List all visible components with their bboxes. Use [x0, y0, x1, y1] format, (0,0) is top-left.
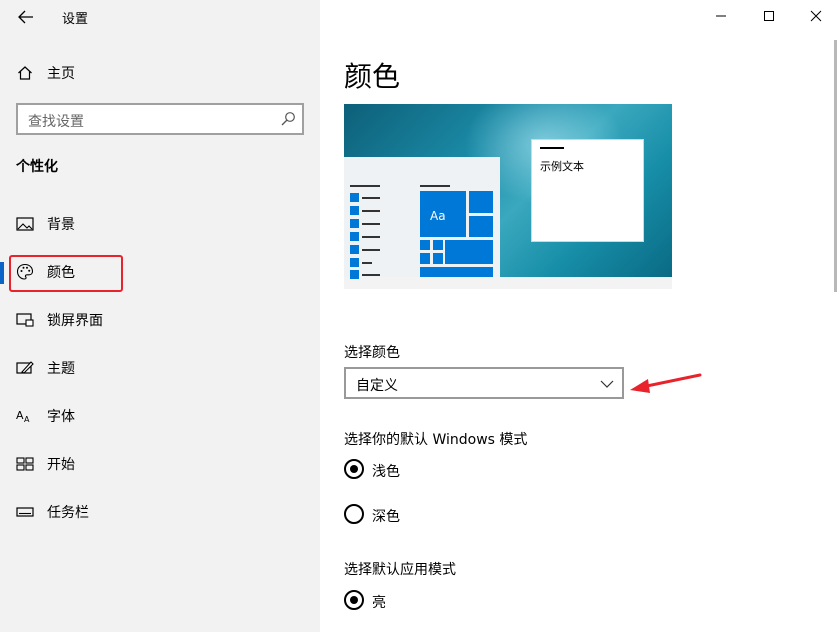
- sidebar-item-start[interactable]: 开始: [0, 444, 320, 484]
- preview-list-icon: [350, 219, 359, 228]
- search-placeholder: 查找设置: [28, 114, 84, 130]
- preview-tile: [420, 240, 430, 250]
- radio-label-light: 浅色: [372, 464, 400, 480]
- preview-list-icon: [350, 245, 359, 254]
- preview-list-icon: [350, 232, 359, 241]
- sidebar-item-lock-screen[interactable]: 锁屏界面: [0, 300, 320, 340]
- radio-label-app-light: 亮: [372, 595, 386, 611]
- radio-app-light[interactable]: [344, 590, 364, 610]
- minimize-button[interactable]: [698, 0, 744, 32]
- preview-line: [362, 274, 380, 276]
- back-button[interactable]: [12, 4, 40, 30]
- close-button[interactable]: [793, 0, 839, 32]
- start-icon: [16, 455, 34, 473]
- preview-line: [362, 223, 380, 225]
- sidebar-item-label: 背景: [47, 217, 75, 233]
- sidebar-item-fonts[interactable]: AA 字体: [0, 396, 320, 436]
- preview-window-titlebar: [540, 147, 564, 149]
- svg-text:A: A: [24, 415, 30, 424]
- sidebar: 设置 主页 查找设置 个性化 背景 颜色 锁屏界面 主题 A A 字体 开始 任…: [0, 0, 320, 632]
- windows-mode-label: 选择你的默认 Windows 模式: [344, 432, 528, 448]
- preview-line: [362, 262, 372, 264]
- preview-list-icon: [350, 193, 359, 202]
- app-title: 设置: [62, 12, 89, 27]
- preview-line: [362, 249, 380, 251]
- preview-tile: [420, 267, 493, 277]
- preview-tile: [445, 240, 493, 264]
- preview-tile-text: Aa: [430, 209, 446, 223]
- preview-tile: [433, 253, 443, 264]
- font-icon: AA: [16, 407, 34, 425]
- preview-list-icon: [350, 270, 359, 279]
- preview-list-icon: [350, 258, 359, 267]
- svg-text:A: A: [16, 409, 24, 422]
- preview-sample-text: 示例文本: [540, 160, 584, 173]
- sidebar-item-label: 任务栏: [47, 505, 89, 521]
- choose-color-dropdown[interactable]: 自定义: [344, 367, 624, 399]
- theme-icon: [16, 359, 34, 377]
- preview-tile: [433, 240, 443, 250]
- sidebar-item-label: 主题: [47, 361, 75, 377]
- choose-color-label: 选择颜色: [344, 345, 400, 361]
- section-heading: 个性化: [16, 159, 58, 175]
- radio-label-dark: 深色: [372, 509, 400, 525]
- search-input[interactable]: 查找设置: [16, 103, 304, 135]
- preview-tile: [469, 216, 493, 237]
- radio-dark-mode[interactable]: [344, 504, 364, 524]
- search-icon: [281, 112, 295, 126]
- close-icon: [810, 10, 822, 22]
- sidebar-item-background[interactable]: 背景: [0, 204, 320, 244]
- preview-tile: [420, 253, 430, 264]
- sidebar-item-themes[interactable]: 主题: [0, 348, 320, 388]
- sidebar-item-label: 字体: [47, 409, 75, 425]
- dropdown-selected-value: 自定义: [356, 378, 398, 394]
- color-preview: Aa 示例文本: [344, 104, 672, 289]
- taskbar-icon: [16, 503, 34, 521]
- page-title: 颜色: [344, 60, 401, 93]
- sidebar-item-label: 开始: [47, 457, 75, 473]
- lock-screen-icon: [16, 311, 34, 329]
- sidebar-item-taskbar[interactable]: 任务栏: [0, 492, 320, 532]
- sidebar-item-label: 锁屏界面: [47, 313, 103, 329]
- preview-tile: [469, 191, 493, 213]
- preview-line: [362, 197, 380, 199]
- maximize-button[interactable]: [746, 0, 792, 32]
- home-icon: [16, 64, 34, 82]
- maximize-icon: [764, 11, 774, 21]
- minimize-icon: [716, 15, 726, 17]
- radio-light-mode[interactable]: [344, 459, 364, 479]
- preview-line: [350, 185, 380, 187]
- preview-line: [362, 236, 380, 238]
- chevron-down-icon: [600, 380, 614, 388]
- picture-icon: [16, 215, 34, 233]
- preview-line: [362, 210, 380, 212]
- preview-window: 示例文本: [531, 139, 644, 242]
- arrow-annotation-icon: [630, 373, 702, 393]
- sidebar-item-home[interactable]: 主页: [0, 53, 320, 93]
- app-mode-label: 选择默认应用模式: [344, 562, 456, 578]
- preview-line: [420, 185, 450, 187]
- sidebar-item-label: 主页: [47, 66, 75, 82]
- scrollbar[interactable]: [834, 40, 837, 292]
- back-arrow-icon: [18, 10, 33, 24]
- highlight-annotation: [9, 255, 123, 292]
- preview-list-icon: [350, 206, 359, 215]
